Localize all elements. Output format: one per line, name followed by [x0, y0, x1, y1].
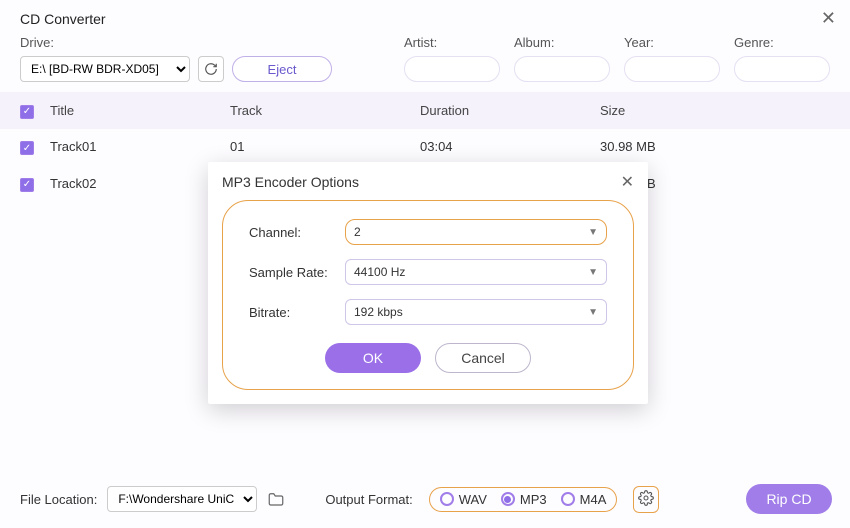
genre-input[interactable]: [734, 56, 830, 82]
bitrate-label: Bitrate:: [249, 305, 345, 320]
top-controls: Drive: E:\ [BD-RW BDR-XD05] Eject Artist…: [0, 33, 850, 92]
col-track: Track: [230, 103, 420, 118]
format-option-mp3[interactable]: MP3: [501, 492, 547, 507]
window-title: CD Converter: [20, 11, 106, 27]
album-input[interactable]: [514, 56, 610, 82]
cell-title: Track02: [50, 176, 230, 191]
format-option-m4a[interactable]: M4A: [561, 492, 607, 507]
cell-track: 01: [230, 139, 420, 154]
chevron-down-icon: ▼: [588, 307, 598, 318]
ok-button[interactable]: OK: [325, 343, 421, 373]
folder-icon: [267, 491, 285, 507]
chevron-down-icon: ▼: [588, 227, 598, 238]
album-label: Album:: [514, 35, 610, 50]
col-duration: Duration: [420, 103, 600, 118]
channel-label: Channel:: [249, 225, 345, 240]
drive-select[interactable]: E:\ [BD-RW BDR-XD05]: [20, 56, 190, 82]
table-header: ✓ Title Track Duration Size: [0, 92, 850, 129]
refresh-icon: [204, 62, 218, 76]
format-option-wav[interactable]: WAV: [440, 492, 487, 507]
col-size: Size: [600, 103, 830, 118]
channel-select[interactable]: 2 ▼: [345, 219, 607, 245]
sample-rate-label: Sample Rate:: [249, 265, 345, 280]
year-input[interactable]: [624, 56, 720, 82]
gear-icon: [638, 490, 654, 506]
bottom-bar: File Location: F:\Wondershare UniConvert…: [0, 474, 850, 528]
cell-title: Track01: [50, 139, 230, 154]
artist-label: Artist:: [404, 35, 500, 50]
cell-size: 30.98 MB: [600, 139, 830, 154]
encoder-settings-button[interactable]: [633, 486, 659, 513]
cancel-button[interactable]: Cancel: [435, 343, 531, 373]
encoder-options-dialog: MP3 Encoder Options ✕ Channel: 2 ▼ Sampl…: [208, 162, 648, 404]
col-title: Title: [50, 103, 230, 118]
rip-cd-button[interactable]: Rip CD: [746, 484, 832, 514]
row-checkbox[interactable]: ✓: [20, 178, 34, 192]
open-folder-button[interactable]: [267, 491, 285, 507]
file-location-select[interactable]: F:\Wondershare UniConverter: [107, 486, 257, 512]
bitrate-select[interactable]: 192 kbps ▼: [345, 299, 607, 325]
table-row[interactable]: ✓ Track01 01 03:04 30.98 MB: [0, 129, 850, 166]
file-location-label: File Location:: [20, 492, 97, 507]
cell-duration: 03:04: [420, 139, 600, 154]
genre-label: Genre:: [734, 35, 830, 50]
dialog-title: MP3 Encoder Options: [222, 174, 359, 190]
dialog-close-icon[interactable]: ✕: [621, 172, 634, 192]
output-format-group: WAV MP3 M4A: [429, 487, 618, 512]
output-format-label: Output Format:: [325, 492, 412, 507]
year-label: Year:: [624, 35, 720, 50]
select-all-checkbox[interactable]: ✓: [20, 105, 34, 119]
chevron-down-icon: ▼: [588, 267, 598, 278]
refresh-button[interactable]: [198, 56, 224, 82]
sample-rate-select[interactable]: 44100 Hz ▼: [345, 259, 607, 285]
drive-label: Drive:: [20, 35, 332, 50]
artist-input[interactable]: [404, 56, 500, 82]
eject-button[interactable]: Eject: [232, 56, 332, 82]
close-icon[interactable]: ✕: [821, 8, 836, 29]
titlebar: CD Converter ✕: [0, 0, 850, 33]
row-checkbox[interactable]: ✓: [20, 141, 34, 155]
